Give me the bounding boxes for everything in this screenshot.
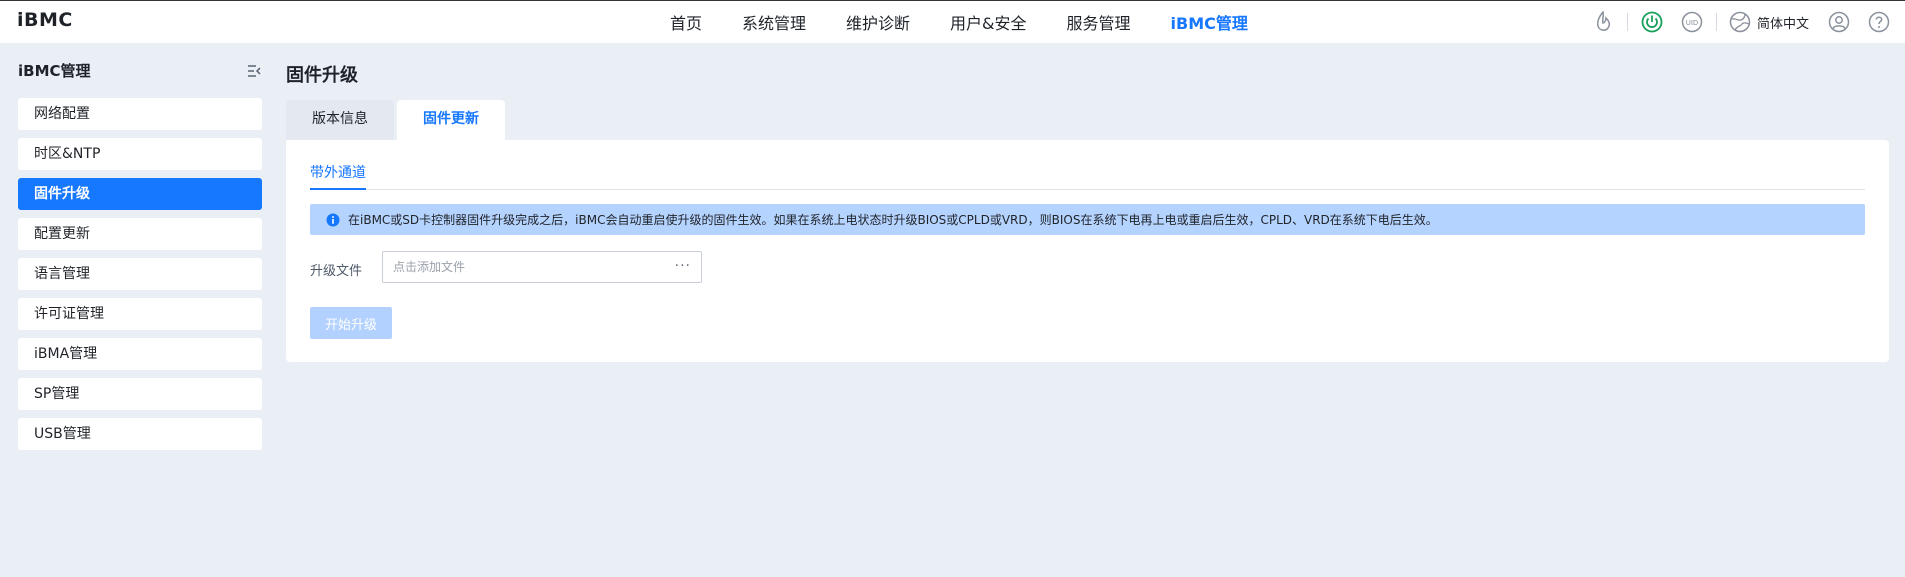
sidebar-item-usb[interactable]: USB管理 [18, 418, 262, 450]
main-nav: 首页 系统管理 维护诊断 用户&安全 服务管理 iBMC管理 [670, 1, 1288, 43]
sidebar-item-language[interactable]: 语言管理 [18, 258, 262, 290]
upgrade-file-label: 升级文件 [310, 264, 363, 279]
subtab-bar: 带外通道 [310, 162, 1865, 190]
uid-icon[interactable]: UID [1680, 10, 1704, 34]
start-upgrade-button[interactable]: 开始升级 [310, 307, 392, 339]
firmware-update-panel: 带外通道 在iBMC或SD卡控制器固件升级完成之后，iBMC会自动重启使升级的固… [286, 140, 1889, 362]
globe-icon [1729, 11, 1751, 33]
page-title: 固件升级 [286, 65, 358, 86]
sidebar-item-network[interactable]: 网络配置 [18, 98, 262, 130]
sidebar-item-firmware-upgrade[interactable]: 固件升级 [18, 178, 262, 210]
toolbar: UID 简体中文 [1591, 1, 1905, 43]
sidebar: iBMC管理 网络配置 时区&NTP 固件升级 配置更新 语言管理 许可证管理 … [0, 43, 265, 577]
power-icon[interactable] [1640, 10, 1664, 34]
sidebar-item-ibma[interactable]: iBMA管理 [18, 338, 262, 370]
subtab-out-of-band[interactable]: 带外通道 [310, 162, 366, 190]
language-label: 简体中文 [1756, 16, 1809, 32]
upgrade-file-field[interactable]: ··· [382, 251, 702, 283]
tab-version-info[interactable]: 版本信息 [286, 100, 394, 140]
sidebar-item-timezone-ntp[interactable]: 时区&NTP [18, 138, 262, 170]
help-icon[interactable] [1867, 10, 1891, 34]
nav-item-maintenance[interactable]: 维护诊断 [846, 10, 910, 34]
user-icon[interactable] [1827, 10, 1851, 34]
top-navbar: iBMC 首页 系统管理 维护诊断 用户&安全 服务管理 iBMC管理 UID … [0, 0, 1905, 43]
nav-item-ibmc[interactable]: iBMC管理 [1171, 10, 1248, 34]
toolbar-divider [1626, 13, 1628, 31]
app-logo[interactable]: iBMC [17, 9, 73, 31]
sidebar-item-sp[interactable]: SP管理 [18, 378, 262, 410]
sidebar-menu: 网络配置 时区&NTP 固件升级 配置更新 语言管理 许可证管理 iBMA管理 … [18, 98, 262, 458]
nav-item-user-security[interactable]: 用户&安全 [950, 10, 1026, 34]
alert-text: 在iBMC或SD卡控制器固件升级完成之后，iBMC会自动重启使升级的固件生效。如… [348, 213, 1438, 227]
info-alert: 在iBMC或SD卡控制器固件升级完成之后，iBMC会自动重启使升级的固件生效。如… [310, 204, 1865, 235]
uid-icon-label: UID [1686, 19, 1699, 27]
upgrade-file-input[interactable] [383, 252, 653, 282]
sidebar-item-config-update[interactable]: 配置更新 [18, 218, 262, 250]
browse-file-button[interactable]: ··· [675, 258, 691, 274]
collapse-menu-icon[interactable] [247, 63, 261, 82]
nav-item-services[interactable]: 服务管理 [1067, 10, 1131, 34]
tab-bar: 版本信息 固件更新 [286, 100, 508, 140]
nav-item-system[interactable]: 系统管理 [742, 10, 806, 34]
nav-item-home[interactable]: 首页 [670, 10, 702, 34]
tab-firmware-update[interactable]: 固件更新 [397, 100, 505, 140]
sidebar-item-license[interactable]: 许可证管理 [18, 298, 262, 330]
info-icon [326, 213, 340, 226]
energy-icon[interactable] [1591, 10, 1615, 34]
toolbar-divider [1715, 13, 1717, 31]
sidebar-title: iBMC管理 [18, 62, 91, 80]
language-switch[interactable]: 简体中文 [1729, 11, 1809, 33]
